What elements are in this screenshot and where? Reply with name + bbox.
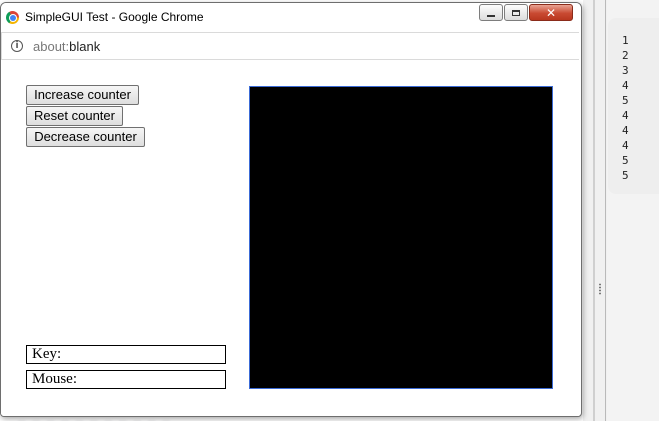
splitter-grip-icon[interactable]: [598, 283, 602, 295]
increase-counter-button[interactable]: Increase counter: [26, 85, 139, 105]
desktop-screen: a template _ _ _ _ _ _ _ _ _ _ _ 1 2 3 4…: [0, 0, 659, 421]
splitter-divider: [593, 0, 595, 421]
output-line: 2: [622, 49, 629, 62]
output-line: 1: [622, 34, 629, 47]
mouse-status-box: Mouse:: [26, 370, 226, 389]
minimize-button[interactable]: [479, 4, 503, 21]
minimize-icon: [487, 14, 495, 17]
output-line: 4: [622, 139, 629, 152]
output-line: 4: [622, 109, 629, 122]
close-icon: ✕: [545, 5, 557, 20]
maximize-icon: [512, 9, 520, 16]
output-log: 1 2 3 4 5 4 4 4 5 5: [622, 33, 629, 183]
splitter-divider: [605, 0, 606, 421]
maximize-button[interactable]: [504, 4, 528, 21]
output-line: 3: [622, 64, 629, 77]
reset-counter-button[interactable]: Reset counter: [26, 106, 123, 126]
pane-splitter[interactable]: [583, 0, 607, 421]
url-path: blank: [69, 39, 101, 54]
browser-popup-window: SimpleGUI Test - Google Chrome ✕ i about…: [0, 2, 582, 417]
address-bar[interactable]: i about:blank: [1, 32, 579, 60]
window-title: SimpleGUI Test - Google Chrome: [25, 10, 204, 24]
output-line: 5: [622, 94, 629, 107]
close-button[interactable]: ✕: [529, 4, 573, 21]
url-scheme: about:: [33, 39, 70, 54]
output-line: 4: [622, 124, 629, 137]
output-line: 5: [622, 169, 629, 182]
output-console: [608, 18, 659, 194]
key-status-box: Key:: [26, 345, 226, 364]
output-line: 5: [622, 154, 629, 167]
window-titlebar[interactable]: SimpleGUI Test - Google Chrome ✕: [1, 3, 581, 31]
info-icon[interactable]: i: [11, 40, 23, 52]
drawing-canvas[interactable]: [249, 86, 553, 389]
output-line: 4: [622, 79, 629, 92]
url-text[interactable]: about:blank: [33, 39, 100, 54]
decrease-counter-button[interactable]: Decrease counter: [26, 127, 145, 147]
chrome-logo-icon: [6, 11, 19, 24]
